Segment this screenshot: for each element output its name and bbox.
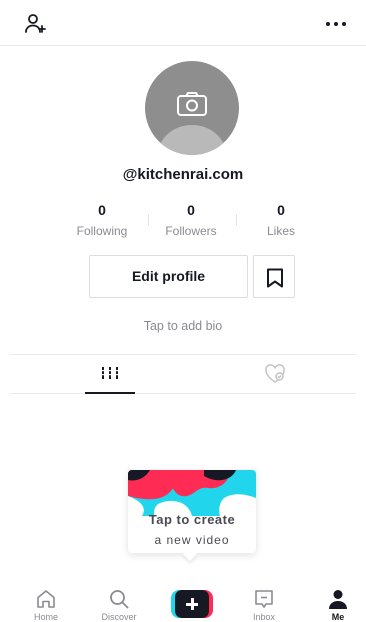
create-prompt-title: Tap to create [148,512,236,527]
followers-label: Followers [165,224,217,238]
likes-count: 0 [277,202,285,218]
favorites-button[interactable] [253,255,295,298]
active-tab-indicator [85,392,135,394]
stat-followers[interactable]: 0 Followers [146,202,236,238]
liked-heart-icon [265,364,285,383]
home-icon [37,590,55,608]
followers-count: 0 [187,202,195,218]
tab-videos[interactable] [85,355,135,394]
stat-following[interactable]: 0 Following [57,202,147,238]
nav-me-label: Me [331,612,345,622]
person-icon [329,590,347,609]
nav-me[interactable]: Me [308,588,366,622]
stat-likes[interactable]: 0 Likes [236,202,326,238]
content-tabs [10,354,356,394]
more-options-icon[interactable] [324,12,348,36]
nav-inbox-label: Inbox [252,612,276,622]
tab-liked[interactable] [254,355,294,393]
nav-inbox[interactable]: Inbox [234,588,294,622]
create-prompt-illustration [128,470,256,516]
avatar-silhouette [158,125,226,155]
grid-bars-icon [100,367,120,379]
edit-profile-button[interactable]: Edit profile [89,255,248,298]
nav-discover-label: Discover [101,612,137,622]
avatar[interactable] [145,61,239,155]
search-icon [110,590,129,609]
username: @kitchenrai.com [122,166,244,183]
nav-discover[interactable]: Discover [89,588,149,622]
camera-icon [176,91,208,117]
nav-home-label: Home [33,612,58,622]
following-label: Following [76,224,128,238]
likes-label: Likes [266,224,295,238]
top-bar [0,0,366,46]
plus-icon [186,603,198,606]
create-video-prompt[interactable]: Tap to create a new video [128,470,256,553]
create-prompt-subtitle: a new video [154,533,230,547]
inbox-icon [255,590,273,608]
bio-placeholder[interactable]: Tap to add bio [0,319,366,333]
create-button[interactable] [171,590,213,618]
nav-home[interactable]: Home [16,588,76,622]
following-count: 0 [98,202,106,218]
add-user-icon[interactable] [24,12,48,36]
bookmark-icon [267,268,283,288]
